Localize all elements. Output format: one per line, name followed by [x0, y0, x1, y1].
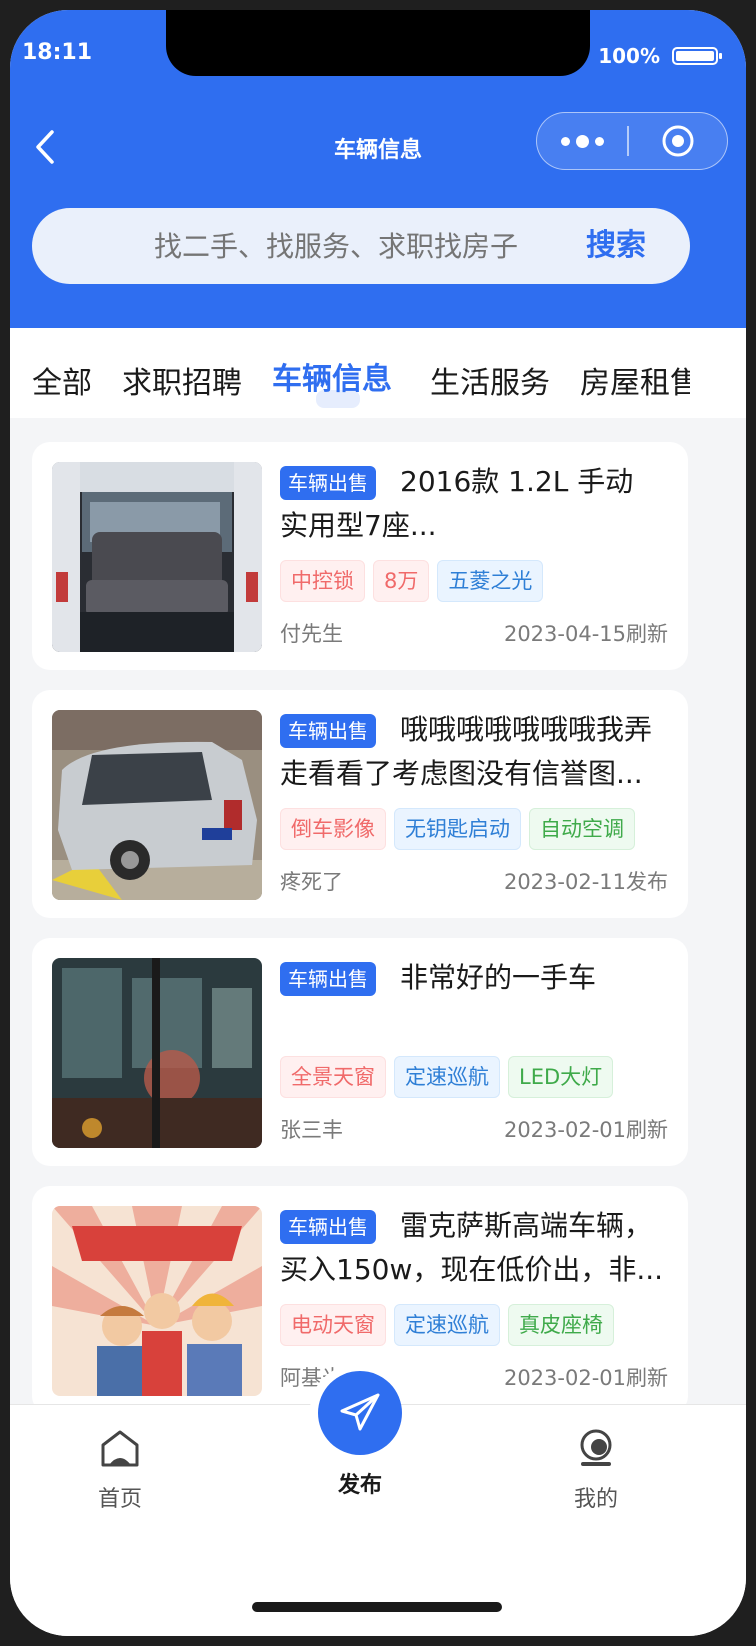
paper-plane-icon: [340, 1393, 380, 1431]
close-button[interactable]: [629, 124, 728, 158]
listing-date: 2023-02-11发布: [503, 870, 668, 894]
phone-frame: 18:11 100% 车辆信息 搜索 全部 求职招聘 车辆信息 生活服务: [0, 0, 756, 1646]
tag: 电动天窗: [280, 1304, 386, 1346]
listing-card[interactable]: 非常好的一手车 车辆出售 全景天窗 定速巡航 LED大灯 张三丰 2023-02…: [32, 938, 688, 1166]
home-icon: [101, 1430, 139, 1467]
target-icon: [662, 125, 694, 157]
publish-label[interactable]: 发布: [320, 1467, 400, 1499]
listing-thumbnail: [52, 710, 262, 900]
header: 18:11 100% 车辆信息 搜索: [10, 10, 746, 328]
tag: 真皮座椅: [508, 1304, 614, 1346]
category-tabs: 全部 求职招聘 车辆信息 生活服务 房屋租售: [10, 328, 746, 418]
tab-life-services[interactable]: 生活服务: [430, 358, 550, 402]
tag: 定速巡航: [394, 1304, 500, 1346]
category-badge: 车辆出售: [280, 714, 376, 748]
listing-author: 疼死了: [280, 870, 343, 894]
tab-jobs[interactable]: 求职招聘: [122, 358, 242, 402]
more-dots-icon: [560, 136, 570, 146]
tag-list: 倒车影像 无钥匙启动 自动空调: [280, 808, 635, 850]
listing-author: 付先生: [280, 622, 343, 646]
battery-icon: [672, 47, 722, 65]
tag-list: 电动天窗 定速巡航 真皮座椅: [280, 1304, 614, 1346]
listing-date: 2023-04-15刷新: [503, 622, 668, 646]
listing-author: 张三丰: [280, 1118, 343, 1142]
tab-housing[interactable]: 房屋租售: [580, 358, 690, 402]
category-badge: 车辆出售: [280, 962, 376, 996]
search-input[interactable]: [152, 208, 536, 286]
tag: LED大灯: [508, 1056, 614, 1098]
category-badge: 车辆出售: [280, 466, 376, 500]
search-bar: 搜索: [32, 208, 690, 286]
tabbar-home[interactable]: 首页: [60, 1427, 180, 1513]
notch: [166, 10, 590, 76]
listing-thumbnail: [52, 462, 262, 652]
category-badge: 车辆出售: [280, 1210, 376, 1244]
tabbar-mine-label: 我的: [573, 1487, 618, 1512]
tabbar-home-label: 首页: [97, 1487, 142, 1512]
tag: 8万: [373, 560, 430, 602]
tabbar-mine[interactable]: 我的: [536, 1427, 656, 1513]
tag: 无钥匙启动: [394, 808, 521, 850]
listing-thumbnail: [52, 958, 262, 1148]
tab-vehicles[interactable]: 车辆信息: [272, 354, 392, 398]
listing-date: 2023-02-01刷新: [503, 1118, 668, 1142]
battery-percent: 100%: [598, 44, 660, 68]
listing-date: 2023-02-01刷新: [503, 1366, 668, 1390]
tag: 全景天窗: [280, 1056, 386, 1098]
mini-program-capsule: [536, 112, 728, 170]
publish-button[interactable]: [318, 1371, 402, 1455]
status-battery: 100%: [598, 44, 722, 68]
tab-all[interactable]: 全部: [32, 358, 92, 402]
user-icon: [580, 1429, 612, 1466]
status-time: 18:11: [22, 40, 93, 65]
search-button[interactable]: 搜索: [586, 208, 646, 284]
screen: 18:11 100% 车辆信息 搜索 全部 求职招聘 车辆信息 生活服务: [10, 10, 746, 1636]
more-button[interactable]: [537, 113, 627, 169]
tag-list: 中控锁 8万 五菱之光: [280, 560, 544, 602]
tag: 定速巡航: [394, 1056, 500, 1098]
tag-list: 全景天窗 定速巡航 LED大灯: [280, 1056, 614, 1098]
tag: 倒车影像: [280, 808, 386, 850]
tag: 五菱之光: [437, 560, 544, 602]
listing-card[interactable]: 2016款 1.2L 手动 实用型7座... 车辆出售 中控锁 8万 五菱之光 …: [32, 442, 688, 670]
listing-thumbnail: [52, 1206, 262, 1396]
home-indicator: [252, 1602, 502, 1612]
tag: 自动空调: [529, 808, 635, 850]
listing-card[interactable]: 哦哦哦哦哦哦哦我弄走看看了考虑图没有信誉图... 车辆出售 倒车影像 无钥匙启动…: [32, 690, 688, 918]
tag: 中控锁: [280, 560, 365, 602]
